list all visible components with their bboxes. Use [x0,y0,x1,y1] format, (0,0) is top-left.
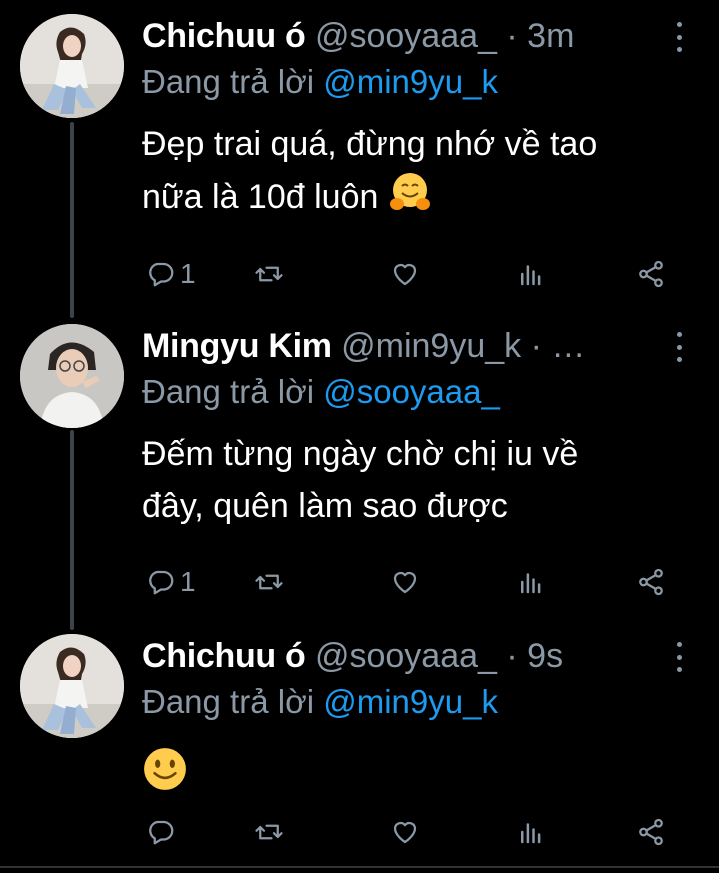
like-button[interactable] [390,562,420,602]
tweet-text: Đẹp trai quá, đừng nhớ về tao nữa là 10đ… [142,118,702,223]
replying-to-label: Đang trả lời [142,63,315,100]
reply-icon [149,262,174,287]
reply-button[interactable]: 1 [146,562,196,602]
analytics-icon [521,823,541,844]
timestamp[interactable]: … [551,327,585,365]
avatar-woman-image [20,14,124,118]
user-handle[interactable]: @sooyaaa_ [315,637,497,675]
like-icon [393,571,417,594]
tweet[interactable]: Mingyu Kim @min9yu_k · … Đang trả lời @s… [0,324,719,624]
retweet-button[interactable] [254,562,284,602]
tweet-text: Đếm từng ngày chờ chị iu về đây, quên là… [142,428,702,532]
more-options-icon[interactable] [667,642,691,672]
separator-dot: · [506,17,518,55]
user-handle[interactable]: @sooyaaa_ [315,17,497,55]
timestamp[interactable]: 9s [527,637,563,675]
mention-link[interactable]: @min9yu_k [323,683,498,720]
avatar-man-image [20,324,124,428]
tweet-text-line: Đẹp trai quá, đừng nhớ về tao [142,125,598,163]
retweet-icon [255,266,283,282]
like-button[interactable] [390,812,420,852]
user-handle[interactable]: @min9yu_k [341,327,521,365]
reply-button[interactable] [146,812,180,852]
reply-count: 1 [180,258,196,289]
like-icon [393,821,417,844]
mention-link[interactable]: @min9yu_k [323,63,498,100]
timestamp[interactable]: 3m [527,17,574,55]
reply-icon [149,570,174,595]
tweet[interactable]: Chichuu ó @sooyaaa_ · 9s Đang trả lời @m… [0,634,719,864]
tweet[interactable]: Chichuu ó @sooyaaa_ · 3m Đang trả lời @m… [0,14,719,314]
analytics-button[interactable] [516,254,546,294]
share-button[interactable] [636,562,666,602]
tweet-text-line: Đếm từng ngày chờ chị iu về [142,435,579,473]
share-icon [639,818,663,846]
replying-to: Đang trả lời @min9yu_k [142,680,498,724]
divider [0,866,719,868]
like-button[interactable] [390,254,420,294]
reply-count: 1 [180,566,196,597]
share-icon [639,568,663,596]
separator-dot: · [530,327,542,365]
retweet-icon [255,824,283,840]
display-name[interactable]: Chichuu ó [142,637,306,675]
avatar[interactable] [20,14,124,118]
avatar-woman-image [20,634,124,738]
hugging-face-emoji [389,173,430,210]
avatar[interactable] [20,634,124,738]
display-name[interactable]: Mingyu Kim [142,327,332,365]
replying-to-label: Đang trả lời [142,373,315,410]
mention-link[interactable]: @sooyaaa_ [323,373,500,410]
retweet-button[interactable] [254,254,284,294]
tweet-text-line: nữa là 10đ luôn [142,178,379,216]
more-options-icon[interactable] [667,22,691,52]
avatar[interactable] [20,324,124,428]
reply-button[interactable]: 1 [146,254,196,294]
analytics-button[interactable] [516,812,546,852]
analytics-icon [521,265,541,286]
more-options-icon[interactable] [667,332,691,362]
share-button[interactable] [636,812,666,852]
display-name[interactable]: Chichuu ó [142,17,306,55]
share-button[interactable] [636,254,666,294]
reply-icon [149,820,174,845]
replying-to: Đang trả lời @min9yu_k [142,60,498,104]
analytics-button[interactable] [516,562,546,602]
slightly-smiling-face-emoji [144,748,186,790]
replying-to: Đang trả lời @sooyaaa_ [142,370,500,414]
replying-to-label: Đang trả lời [142,683,315,720]
retweet-button[interactable] [254,812,284,852]
separator-dot: · [506,637,518,675]
share-icon [639,260,663,288]
tweet-text [142,746,702,801]
like-icon [393,263,417,286]
analytics-icon [521,573,541,594]
tweet-text-line: đây, quên làm sao được [142,487,508,525]
retweet-icon [255,574,283,590]
